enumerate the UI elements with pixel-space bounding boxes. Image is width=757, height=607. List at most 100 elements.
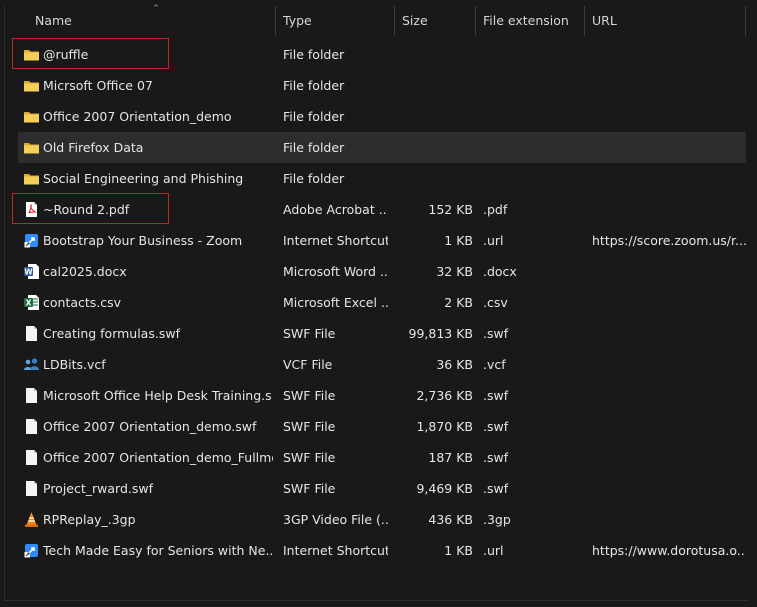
file-extension: .csv — [483, 295, 508, 310]
file-extension: .swf — [483, 388, 509, 403]
file-icon — [23, 449, 40, 466]
column-header-type[interactable]: Type — [276, 6, 394, 36]
table-row[interactable]: Office 2007 Orientation_demo.swf SWF File… — [18, 411, 746, 442]
table-row[interactable]: Tech Made Easy for Seniors with Ne... Int… — [18, 535, 746, 566]
folder-icon — [23, 77, 40, 94]
column-header-bar: ⌃ Name Type Size File extension URL — [5, 5, 749, 36]
file-type: Microsoft Excel ... — [283, 295, 388, 310]
file-type: Adobe Acrobat ... — [283, 202, 388, 217]
file-extension: .url — [483, 233, 504, 248]
table-row[interactable]: Microsoft Office Help Desk Training.s...… — [18, 380, 746, 411]
file-name: Project_rward.swf — [43, 481, 154, 496]
file-name: Creating formulas.swf — [43, 326, 180, 341]
file-url — [592, 287, 746, 318]
file-name: Office 2007 Orientation_demo.swf — [43, 419, 257, 434]
file-icon — [23, 418, 40, 435]
table-row[interactable]: ~Round 2.pdf Adobe Acrobat ... 152 KB .pdf — [18, 194, 746, 225]
file-size — [403, 163, 473, 194]
file-size: 1 KB — [444, 543, 473, 558]
folder-icon — [23, 139, 40, 156]
file-size: 32 KB — [436, 264, 473, 279]
file-size — [403, 70, 473, 101]
file-size: 1 KB — [444, 233, 473, 248]
file-extension: .swf — [483, 481, 509, 496]
word-icon: W — [23, 263, 40, 280]
folder-icon — [23, 46, 40, 63]
file-size: 187 KB — [428, 450, 473, 465]
table-row[interactable]: Xcontacts.csv Microsoft Excel ... 2 KB .csv — [18, 287, 746, 318]
file-url: https://www.dorotusa.o... — [592, 543, 746, 558]
file-url — [592, 256, 746, 287]
file-icon — [23, 387, 40, 404]
file-url — [592, 39, 746, 70]
file-type: File folder — [283, 47, 345, 62]
file-size — [403, 39, 473, 70]
shortcut-icon — [23, 542, 40, 559]
file-url — [592, 504, 746, 535]
table-row[interactable]: @ruffle File folder — [18, 39, 746, 70]
pdf-icon — [23, 201, 40, 218]
file-type: Microsoft Word ... — [283, 264, 388, 279]
file-url — [592, 318, 746, 349]
file-size: 2,736 KB — [416, 388, 473, 403]
file-extension: .swf — [483, 450, 509, 465]
table-row[interactable]: Office 2007 Orientation_demo File folder — [18, 101, 746, 132]
svg-text:W: W — [24, 268, 33, 277]
file-extension — [483, 101, 578, 132]
table-row[interactable]: LDBits.vcf VCF File 36 KB .vcf — [18, 349, 746, 380]
excel-icon: X — [23, 294, 40, 311]
table-row[interactable]: Micrsoft Office 07 File folder — [18, 70, 746, 101]
file-url — [592, 473, 746, 504]
file-name: Office 2007 Orientation_demo_Fullmo... — [43, 450, 273, 465]
file-extension — [483, 39, 578, 70]
file-extension: .vcf — [483, 357, 506, 372]
file-type: SWF File — [283, 450, 336, 465]
file-type: File folder — [283, 109, 345, 124]
file-list-pane: ⌃ Name Type Size File extension URL @ruf… — [4, 5, 749, 601]
column-header-file-extension[interactable]: File extension — [476, 6, 584, 36]
file-url — [592, 132, 746, 163]
file-icon — [23, 480, 40, 497]
file-name: Bootstrap Your Business - Zoom — [43, 233, 243, 248]
folder-icon — [23, 108, 40, 125]
file-type: SWF File — [283, 481, 336, 496]
column-header-url[interactable]: URL — [585, 6, 745, 36]
table-row[interactable]: Old Firefox Data File folder — [18, 132, 746, 163]
vlc-icon — [23, 511, 40, 528]
file-url — [592, 163, 746, 194]
file-name: contacts.csv — [43, 295, 122, 310]
file-icon — [23, 325, 40, 342]
file-size: 99,813 KB — [408, 326, 473, 341]
file-type: VCF File — [283, 357, 333, 372]
table-row[interactable]: RPReplay_.3gp 3GP Video File (... 436 KB .3… — [18, 504, 746, 535]
file-name: Social Engineering and Phishing — [43, 171, 244, 186]
table-row[interactable]: Creating formulas.swf SWF File 99,813 KB .s… — [18, 318, 746, 349]
table-row[interactable]: Bootstrap Your Business - Zoom Internet S… — [18, 225, 746, 256]
shortcut-icon — [23, 232, 40, 249]
file-type: 3GP Video File (... — [283, 512, 388, 527]
file-extension: .pdf — [483, 202, 508, 217]
file-url — [592, 101, 746, 132]
table-row[interactable]: Wcal2025.docx Microsoft Word ... 32 KB .doc… — [18, 256, 746, 287]
column-header-name[interactable]: Name — [28, 6, 275, 36]
table-row[interactable]: Office 2007 Orientation_demo_Fullmo... SW… — [18, 442, 746, 473]
column-header-size[interactable]: Size — [395, 6, 475, 36]
file-url — [592, 194, 746, 225]
file-size — [403, 101, 473, 132]
file-size: 2 KB — [444, 295, 473, 310]
file-url — [592, 442, 746, 473]
file-url — [592, 349, 746, 380]
file-name: Microsoft Office Help Desk Training.s... — [43, 388, 273, 403]
file-type: SWF File — [283, 419, 336, 434]
table-row[interactable]: Social Engineering and Phishing File fold… — [18, 163, 746, 194]
file-extension: .url — [483, 543, 504, 558]
svg-text:X: X — [26, 299, 32, 308]
file-type: SWF File — [283, 326, 336, 341]
file-type: SWF File — [283, 388, 336, 403]
file-size: 1,870 KB — [416, 419, 473, 434]
file-extension — [483, 132, 578, 163]
file-name: Tech Made Easy for Seniors with Ne... — [43, 543, 273, 558]
file-type: File folder — [283, 140, 345, 155]
table-row[interactable]: Project_rward.swf SWF File 9,469 KB .swf — [18, 473, 746, 504]
column-divider[interactable] — [745, 6, 746, 36]
